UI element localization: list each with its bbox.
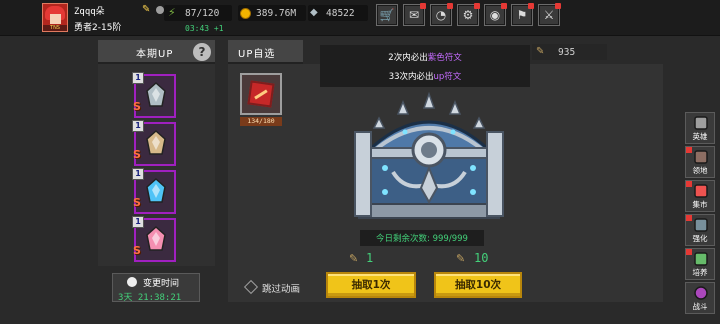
rune-level-badge: 1 bbox=[132, 72, 144, 84]
ticket-value: 935 bbox=[558, 47, 576, 58]
ice-crystal-icon bbox=[145, 177, 167, 204]
side-nav-helmet[interactable]: 英雄 bbox=[685, 112, 715, 144]
portal-icon bbox=[693, 285, 709, 301]
skip-animation-label[interactable]: 跳过动画 bbox=[262, 281, 300, 295]
draw1-cost: 1 bbox=[366, 251, 374, 265]
quest-icon: ⚑ bbox=[516, 8, 528, 22]
mail-button[interactable]: ✉ bbox=[403, 3, 426, 26]
anvil-icon bbox=[693, 217, 709, 233]
cart-icon: 🛒 bbox=[379, 8, 395, 22]
player-name: Zqqq朵 bbox=[74, 7, 105, 17]
up-panel-title: 本期UP bbox=[136, 49, 174, 60]
side-nav-label: 集市 bbox=[692, 200, 708, 209]
market-icon bbox=[693, 183, 709, 199]
gem-value: 48522 bbox=[326, 8, 355, 19]
rune-grade: S bbox=[133, 244, 141, 257]
mail-icon: ✉ bbox=[408, 8, 420, 22]
ticket-icon: ✎ bbox=[456, 252, 466, 265]
draw-once-button[interactable]: 抽取1次 bbox=[326, 272, 416, 298]
shop-button[interactable]: 🛒 bbox=[376, 4, 398, 26]
rotation-timer-label: 变更时间 bbox=[143, 279, 180, 289]
rune-grade: S bbox=[133, 196, 141, 209]
side-nav-potion[interactable]: 培养 bbox=[685, 248, 715, 280]
avatar[interactable]: TNS bbox=[42, 3, 68, 32]
potion-icon bbox=[693, 251, 709, 267]
side-nav-label: 强化 bbox=[692, 234, 708, 243]
battle-button[interactable]: ⚔ bbox=[538, 3, 561, 26]
rank-button[interactable]: ◔ bbox=[430, 3, 453, 26]
energy-icon: ⚡ bbox=[168, 6, 176, 19]
rotation-timer-value: 3天 21:38:21 bbox=[118, 293, 182, 303]
rune-grade: S bbox=[133, 100, 141, 113]
vip-icon bbox=[156, 6, 164, 14]
energy-value: 87/120 bbox=[185, 8, 220, 19]
side-nav-label: 英雄 bbox=[692, 132, 708, 141]
player-rank: 勇者2-15阶 bbox=[74, 23, 122, 33]
settings-button[interactable]: ⚙ bbox=[457, 3, 480, 26]
swords-icon: ⚔ bbox=[543, 8, 555, 22]
draw-ten-button[interactable]: 抽取10次 bbox=[434, 272, 522, 298]
side-nav-label: 领地 bbox=[692, 166, 708, 175]
alert-dot bbox=[686, 181, 692, 187]
selected-up-rune[interactable] bbox=[240, 73, 282, 115]
up-rune-crossed-axes[interactable]: 1S bbox=[132, 120, 176, 166]
side-nav-label: 战斗 bbox=[692, 302, 708, 311]
star-shard-icon bbox=[145, 225, 167, 252]
remaining-draws-label: 今日剩余次数: 999/999 bbox=[376, 234, 468, 244]
ticket-icon: ✎ bbox=[536, 46, 545, 57]
quest-button[interactable]: ⚑ bbox=[511, 3, 534, 26]
side-nav-market[interactable]: 集市 bbox=[685, 180, 715, 212]
edit-icon[interactable]: ✎ bbox=[142, 4, 154, 16]
pick-panel-title: UP自选 bbox=[238, 49, 276, 60]
rune-level-badge: 1 bbox=[132, 216, 144, 228]
rune-level-badge: 1 bbox=[132, 120, 144, 132]
helmet-icon bbox=[693, 115, 709, 131]
pick-progress-count: 134/180 bbox=[247, 117, 275, 125]
up-rune-ice-crystal[interactable]: 1S bbox=[132, 168, 176, 214]
guarantee-line-purple: 2次内必出紫色符文 bbox=[388, 53, 462, 63]
energy-timer: 03:43 +1 bbox=[185, 24, 224, 33]
ticket-icon: ✎ bbox=[349, 252, 359, 265]
up-rune-star-shard[interactable]: 1S bbox=[132, 216, 176, 262]
clock-icon bbox=[127, 277, 137, 287]
color-wheel-icon: ◉ bbox=[489, 8, 501, 22]
gold-coin-icon bbox=[240, 8, 251, 19]
side-nav-portal[interactable]: 战斗 bbox=[685, 282, 715, 314]
spiked-helm-icon bbox=[145, 81, 167, 108]
wheel-button[interactable]: ◉ bbox=[484, 3, 507, 26]
draw10-cost: 10 bbox=[474, 251, 489, 265]
side-nav-anvil[interactable]: 强化 bbox=[685, 214, 715, 246]
rune-level-badge: 1 bbox=[132, 168, 144, 180]
crossed-axes-icon bbox=[145, 129, 167, 156]
alert-dot bbox=[686, 147, 692, 153]
gold-value: 389.76M bbox=[256, 8, 297, 19]
guarantee-line-up: 33次内必出up符文 bbox=[388, 72, 462, 82]
alert-dot bbox=[686, 249, 692, 255]
up-rune-spiked-helm[interactable]: 1S bbox=[132, 72, 176, 118]
treasure-chest[interactable] bbox=[345, 92, 513, 222]
gear-icon: ⚙ bbox=[462, 8, 474, 22]
side-nav-castle[interactable]: 领地 bbox=[685, 146, 715, 178]
chart-icon: ◔ bbox=[435, 8, 447, 22]
castle-icon bbox=[693, 149, 709, 165]
avatar-badge: TNS bbox=[43, 25, 67, 31]
rune-grade: S bbox=[133, 148, 141, 161]
alert-dot bbox=[686, 215, 692, 221]
help-icon[interactable]: ? bbox=[193, 43, 211, 61]
gem-icon: ◆ bbox=[310, 7, 318, 18]
side-nav-label: 培养 bbox=[692, 268, 708, 277]
